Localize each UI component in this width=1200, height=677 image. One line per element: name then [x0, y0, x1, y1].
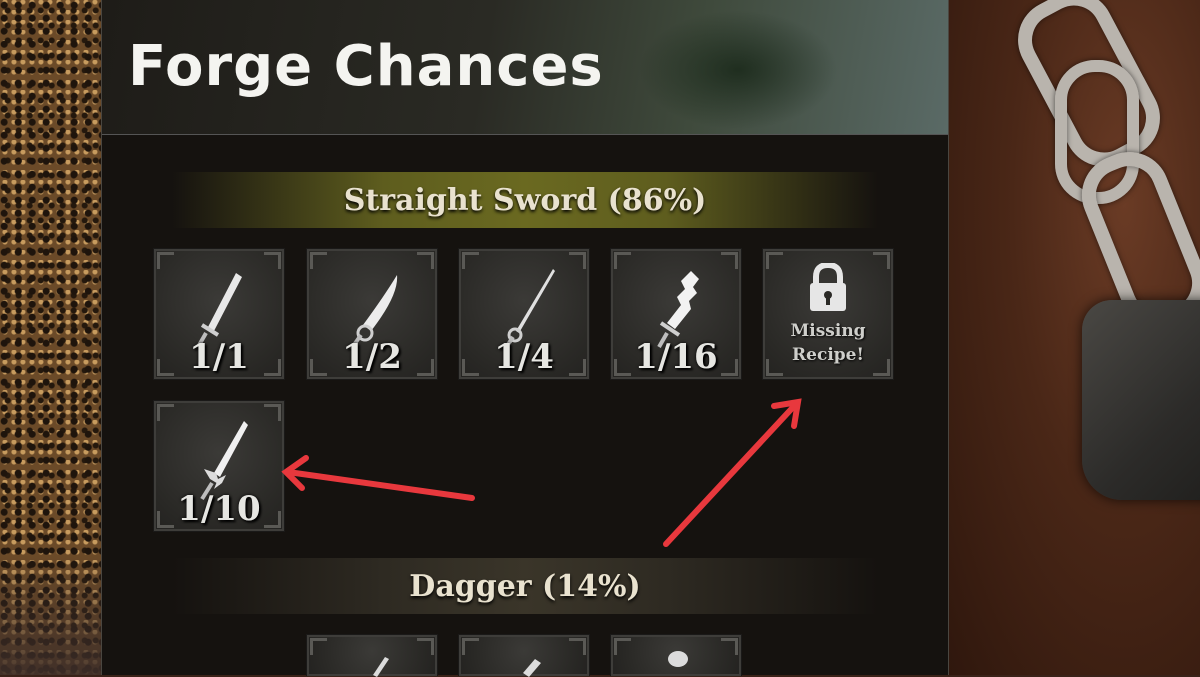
title-bar: Forge Chances	[102, 0, 948, 135]
drop-ratio: 1/10	[177, 489, 261, 529]
dagger-icon	[668, 651, 688, 667]
drop-ratio: 1/16	[634, 337, 718, 377]
drop-ratio: 1/1	[189, 337, 249, 377]
category-header-dagger: Dagger (14%)	[172, 558, 878, 614]
weapon-slot[interactable]: 1/2	[306, 248, 438, 380]
weapon-slot[interactable]	[458, 634, 590, 677]
weapon-slot[interactable]: 1/16	[610, 248, 742, 380]
missing-recipe-line: Missing	[790, 321, 866, 341]
dagger-icon	[523, 659, 541, 677]
forge-chances-panel: Forge Chances Straight Sword (86%) 1/1 1…	[101, 0, 949, 677]
lock-icon	[810, 263, 846, 311]
weapon-slot[interactable]	[306, 634, 438, 677]
missing-recipe-label: Missing Recipe!	[763, 319, 893, 367]
drop-ratio: 1/4	[494, 337, 554, 377]
missing-recipe-line: Recipe!	[792, 345, 864, 365]
weapon-slot[interactable]: 1/4	[458, 248, 590, 380]
weapon-slot-locked[interactable]: Missing Recipe!	[762, 248, 894, 380]
weapon-slot[interactable]	[610, 634, 742, 676]
page-title: Forge Chances	[128, 34, 604, 99]
drop-ratio: 1/2	[342, 337, 402, 377]
background-padlock	[1082, 300, 1200, 500]
background-leopard-fur	[0, 0, 110, 675]
weapon-slot[interactable]: 1/1	[153, 248, 285, 380]
weapon-slot[interactable]: 1/10	[153, 400, 285, 532]
category-header-straight-sword: Straight Sword (86%)	[172, 172, 878, 228]
dagger-icon	[373, 657, 389, 677]
